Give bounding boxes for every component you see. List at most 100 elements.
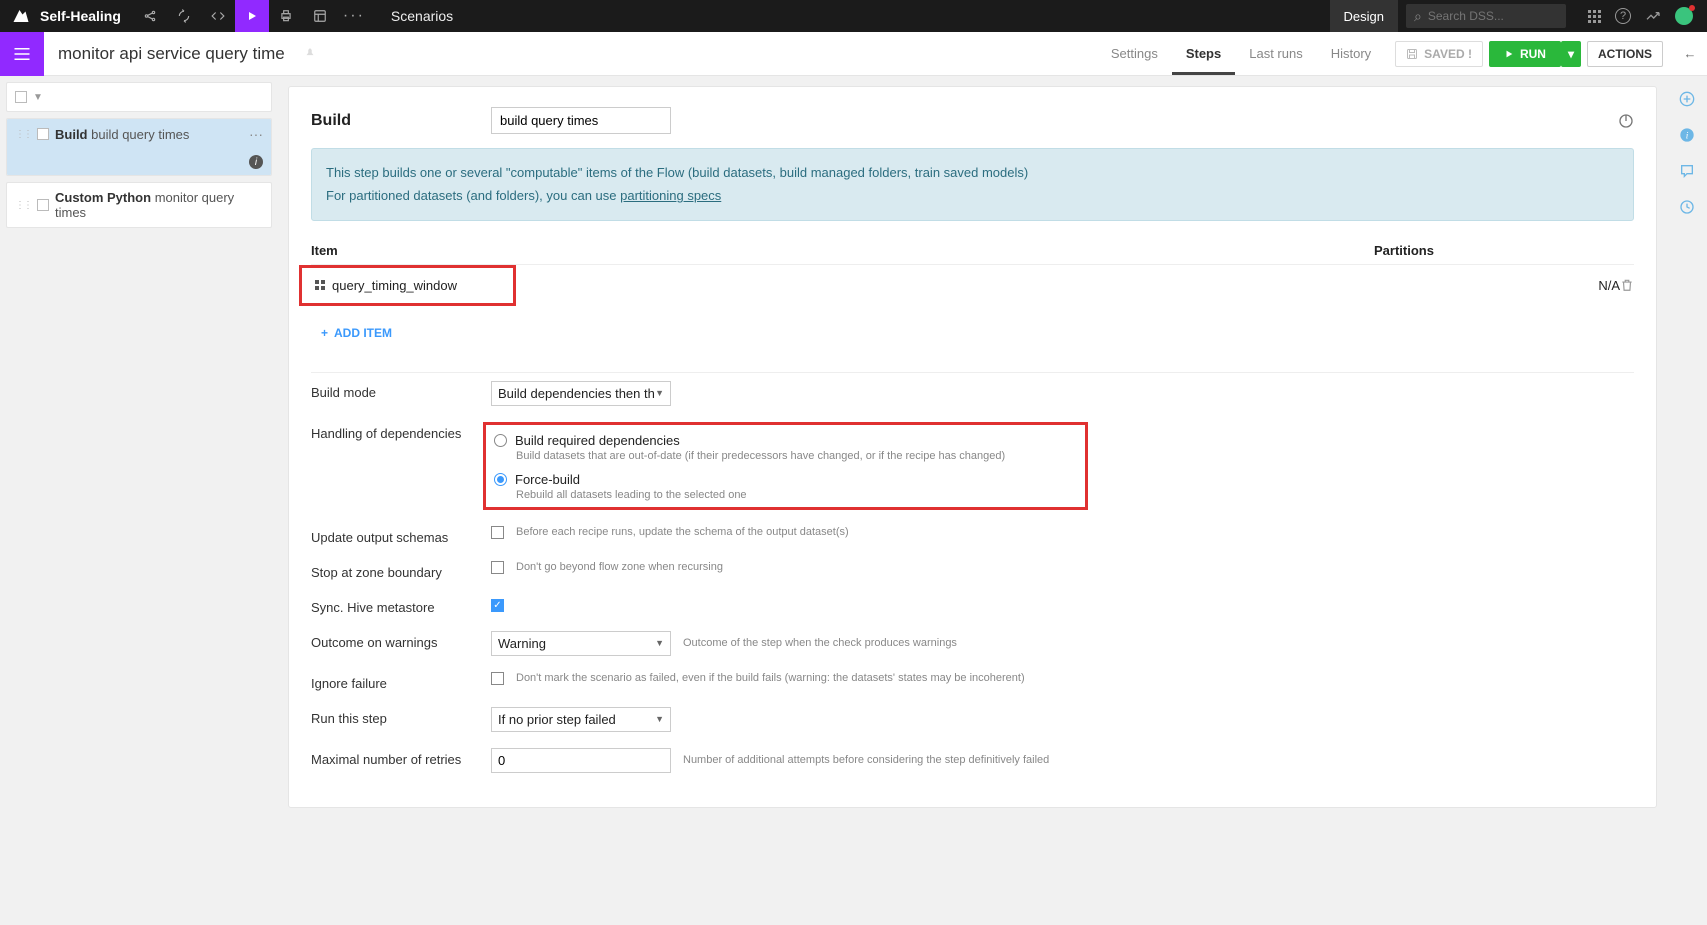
step-name-label: build query times xyxy=(91,127,189,142)
user-avatar[interactable] xyxy=(1675,7,1693,25)
design-tab[interactable]: Design xyxy=(1330,0,1398,32)
right-rail: i xyxy=(1667,76,1707,925)
step-checkbox[interactable] xyxy=(37,199,49,211)
code-icon[interactable] xyxy=(201,0,235,32)
outcome-label: Outcome on warnings xyxy=(311,631,471,650)
tab-steps[interactable]: Steps xyxy=(1172,32,1235,75)
run-step-select[interactable]: If no prior step failed ▼ xyxy=(491,707,671,732)
max-retries-hint: Number of additional attempts before con… xyxy=(683,754,1049,766)
info-line-2a: For partitioned datasets (and folders), … xyxy=(326,188,620,203)
radio-build-required[interactable]: Build required dependencies xyxy=(494,433,1005,448)
project-name[interactable]: Self-Healing xyxy=(40,8,121,24)
update-schema-checkbox[interactable] xyxy=(491,526,504,539)
more-icon[interactable]: ··· xyxy=(337,0,371,32)
plus-icon: + xyxy=(321,326,328,340)
collapse-right-icon[interactable]: ← xyxy=(1673,46,1707,61)
step-name-input[interactable] xyxy=(491,107,671,134)
breadcrumb[interactable]: Scenarios xyxy=(371,8,473,24)
stop-zone-hint: Don't go beyond flow zone when recursing xyxy=(516,561,723,573)
recycle-icon[interactable] xyxy=(167,0,201,32)
outcome-value: Warning xyxy=(498,636,546,651)
add-item-button[interactable]: + ADD ITEM xyxy=(311,306,1634,373)
add-item-label: ADD ITEM xyxy=(334,326,392,340)
drag-handle-icon[interactable]: ⋮⋮ xyxy=(15,129,31,140)
printer-icon[interactable] xyxy=(269,0,303,32)
radio-force-build[interactable]: Force-build xyxy=(494,472,1005,487)
run-play-icon xyxy=(1504,49,1514,59)
save-icon xyxy=(1406,48,1418,60)
save-label: SAVED ! xyxy=(1424,47,1472,61)
step-card-build[interactable]: ⋮⋮ Build build query times ··· i xyxy=(6,118,272,176)
info-icon[interactable]: i xyxy=(249,155,263,169)
radio1-label: Build required dependencies xyxy=(515,433,680,448)
outcome-hint: Outcome of the step when the check produ… xyxy=(683,637,957,649)
partitioning-specs-link[interactable]: partitioning specs xyxy=(620,188,721,203)
scenario-tabs: Settings Steps Last runs History xyxy=(1097,32,1385,75)
drag-handle-icon[interactable]: ⋮⋮ xyxy=(15,200,31,211)
run-step-value: If no prior step failed xyxy=(498,712,616,727)
rail-add-icon[interactable] xyxy=(1678,90,1696,108)
rail-info-icon[interactable]: i xyxy=(1678,126,1696,144)
outcome-select[interactable]: Warning ▼ xyxy=(491,631,671,656)
save-button[interactable]: SAVED ! xyxy=(1395,41,1483,67)
update-schema-label: Update output schemas xyxy=(311,526,471,545)
tab-last-runs[interactable]: Last runs xyxy=(1235,32,1316,75)
build-mode-select[interactable]: Build dependencies then these ite ▼ xyxy=(491,381,671,406)
app-logo-icon xyxy=(12,7,30,25)
caret-down-icon: ▼ xyxy=(655,714,664,724)
tab-history[interactable]: History xyxy=(1317,32,1385,75)
build-mode-value: Build dependencies then these ite xyxy=(498,386,655,401)
ignore-failure-checkbox[interactable] xyxy=(491,672,504,685)
help-icon[interactable]: ? xyxy=(1615,8,1631,24)
steps-sidebar: ▼ ⋮⋮ Build build query times ··· i ⋮⋮ Cu… xyxy=(0,76,278,925)
run-button[interactable]: RUN xyxy=(1489,41,1561,67)
highlight-handling: Build required dependencies Build datase… xyxy=(483,422,1088,510)
stop-zone-checkbox[interactable] xyxy=(491,561,504,574)
step-more-icon[interactable]: ··· xyxy=(249,126,263,142)
sync-hive-label: Sync. Hive metastore xyxy=(311,596,471,615)
radio-unchecked-icon[interactable] xyxy=(494,434,507,447)
actions-button[interactable]: ACTIONS xyxy=(1587,41,1663,67)
max-retries-input[interactable] xyxy=(491,748,671,773)
share-icon[interactable] xyxy=(133,0,167,32)
ignore-failure-hint: Don't mark the scenario as failed, even … xyxy=(516,672,1025,684)
play-icon[interactable] xyxy=(235,0,269,32)
item-row[interactable]: query_timing_window xyxy=(302,268,513,303)
search-input[interactable] xyxy=(1428,9,1558,23)
dashboard-icon[interactable] xyxy=(303,0,337,32)
power-icon[interactable] xyxy=(1618,113,1634,129)
step-type-label: Custom Python xyxy=(55,190,151,205)
rail-chat-icon[interactable] xyxy=(1678,162,1696,180)
radio2-label: Force-build xyxy=(515,472,580,487)
handling-deps-label: Handling of dependencies xyxy=(311,422,471,441)
apps-icon[interactable] xyxy=(1588,10,1601,23)
ignore-failure-label: Ignore failure xyxy=(311,672,471,691)
select-all-caret-icon[interactable]: ▼ xyxy=(33,92,43,103)
radio1-desc: Build datasets that are out-of-date (if … xyxy=(516,450,1005,462)
col-partitions-header: Partitions xyxy=(1374,243,1634,258)
delete-item-icon[interactable] xyxy=(1620,278,1634,292)
item-partitions-value: N/A xyxy=(1598,278,1620,293)
sync-hive-checkbox[interactable]: ✓ xyxy=(491,599,504,612)
activity-icon[interactable] xyxy=(1645,8,1661,24)
build-mode-label: Build mode xyxy=(311,381,471,400)
run-label: RUN xyxy=(1520,47,1546,61)
radio2-desc: Rebuild all datasets leading to the sele… xyxy=(516,489,1005,501)
step-card-custom[interactable]: ⋮⋮ Custom Python monitor query times xyxy=(6,182,272,228)
items-header: Item Partitions xyxy=(311,237,1634,265)
stop-zone-label: Stop at zone boundary xyxy=(311,561,471,580)
info-line-1: This step builds one or several "computa… xyxy=(326,161,1619,184)
search-box[interactable]: ⌕ xyxy=(1406,4,1566,28)
steps-select-all[interactable]: ▼ xyxy=(6,82,272,112)
rail-history-icon[interactable] xyxy=(1678,198,1696,216)
search-icon: ⌕ xyxy=(1414,8,1422,25)
pin-icon[interactable] xyxy=(303,47,317,61)
select-all-checkbox[interactable] xyxy=(15,91,27,103)
radio-checked-icon[interactable] xyxy=(494,473,507,486)
menu-toggle-button[interactable] xyxy=(0,32,44,76)
step-checkbox[interactable] xyxy=(37,128,49,140)
run-dropdown-button[interactable]: ▾ xyxy=(1561,41,1581,67)
info-box: This step builds one or several "computa… xyxy=(311,148,1634,221)
tab-settings[interactable]: Settings xyxy=(1097,32,1172,75)
sub-header: monitor api service query time Settings … xyxy=(0,32,1707,76)
